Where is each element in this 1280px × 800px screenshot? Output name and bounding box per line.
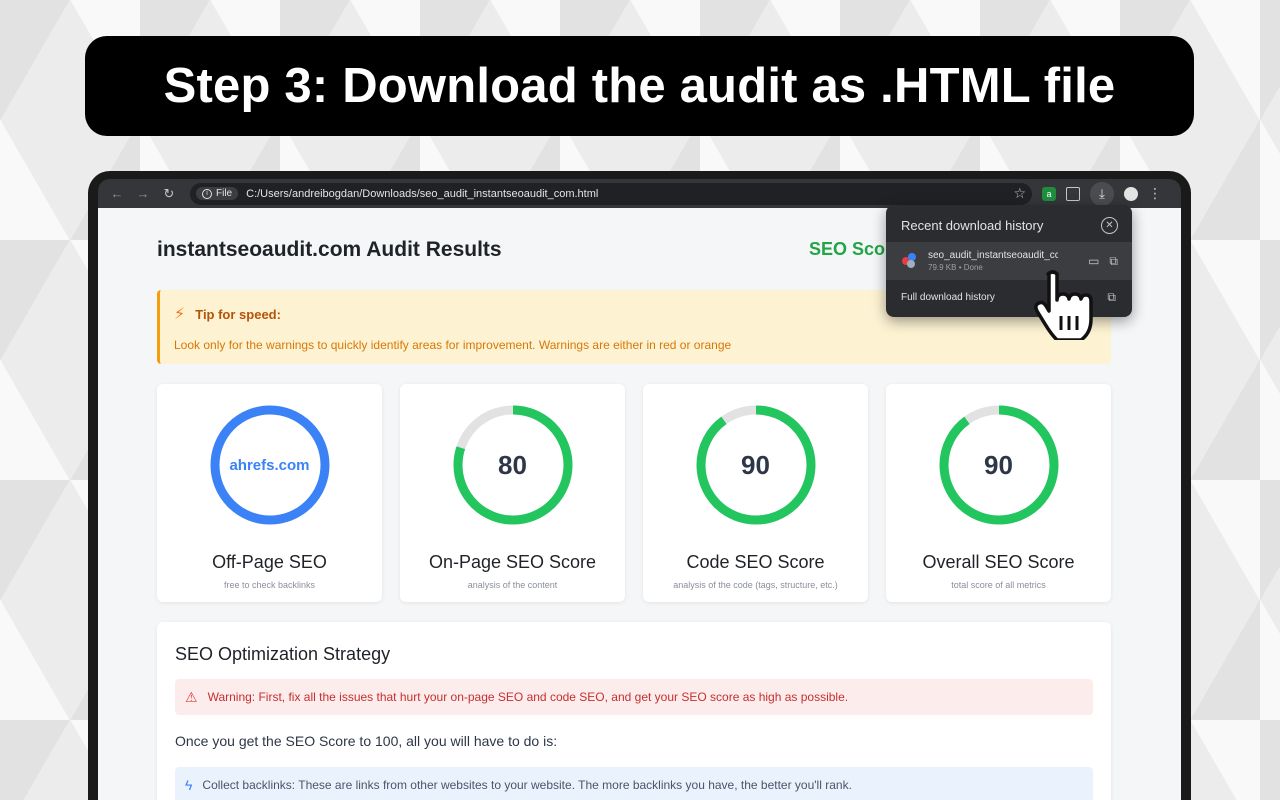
back-icon[interactable]: ←: [104, 186, 130, 201]
strategy-section: SEO Optimization Strategy ⚠ Warning: Fir…: [157, 622, 1111, 800]
file-favicon-icon: [902, 253, 918, 269]
puzzle-icon[interactable]: [1066, 186, 1080, 201]
step-banner: Step 3: Download the audit as .HTML file: [85, 36, 1194, 136]
menu-icon[interactable]: ⋮: [1148, 185, 1162, 202]
forward-icon[interactable]: →: [130, 186, 156, 201]
card-on-page-seo: 80 On-Page SEO Score analysis of the con…: [400, 384, 625, 602]
card-title: Code SEO Score: [686, 552, 825, 572]
banner-title: Step 3: Download the audit as .HTML file: [163, 59, 1116, 113]
card-code-seo: 90 Code SEO Score analysis of the code (…: [643, 384, 868, 602]
gauge: 90: [938, 404, 1060, 526]
file-chip-label: File: [216, 188, 233, 199]
site-info-chip[interactable]: i File: [196, 187, 239, 200]
gauge: ahrefs.com: [209, 404, 331, 526]
card-overall-seo: 90 Overall SEO Score total score of all …: [886, 384, 1111, 602]
folder-icon[interactable]: ▭: [1088, 254, 1099, 268]
star-icon[interactable]: ☆: [1013, 185, 1026, 202]
seo-score-label: SEO Scor: [809, 239, 893, 259]
close-icon[interactable]: ✕: [1101, 217, 1118, 234]
card-title: Overall SEO Score: [922, 552, 1075, 572]
card-subtitle: total score of all metrics: [951, 580, 1046, 590]
gauge-value: 90: [984, 449, 1013, 480]
card-off-page-seo: ahrefs.com Off-Page SEO free to check ba…: [157, 384, 382, 602]
popup-header: Recent download history ✕: [886, 205, 1132, 234]
card-title: Off-Page SEO: [212, 552, 327, 572]
bolt-icon: ϟ: [185, 777, 193, 793]
info-icon: i: [202, 188, 212, 199]
profile-icon[interactable]: [1124, 186, 1138, 201]
card-subtitle: free to check backlinks: [223, 580, 316, 590]
backlinks-box: ϟ Collect backlinks: These are links fro…: [175, 767, 1093, 800]
strategy-title: SEO Optimization Strategy: [175, 644, 391, 664]
tip-heading-text: Tip for speed:: [195, 306, 281, 322]
reload-icon[interactable]: ↻: [156, 186, 182, 202]
address-bar[interactable]: i File C:/Users/andreibogdan/Downloads/s…: [190, 182, 1032, 205]
strategy-text: Once you get the SEO Score to 100, all y…: [175, 733, 558, 749]
open-external-icon[interactable]: ⧉: [1107, 290, 1116, 305]
gauge-value: 80: [498, 449, 527, 480]
warning-icon: ⚠: [185, 688, 198, 705]
tip-body: Look only for the warnings to quickly id…: [174, 338, 732, 352]
full-history-link[interactable]: Full download history: [901, 292, 995, 303]
download-icon[interactable]: ⤓: [1090, 181, 1114, 206]
url-text: C:/Users/andreibogdan/Downloads/seo_audi…: [246, 187, 599, 200]
bolt-icon: ⚡: [174, 306, 186, 323]
open-external-icon[interactable]: ⧉: [1109, 254, 1118, 269]
extension-icon[interactable]: a: [1042, 186, 1056, 201]
hand-cursor-icon: [1034, 270, 1093, 340]
page-title: instantseoaudit.com Audit Results: [157, 238, 502, 261]
warning-text: Warning: First, fix all the issues that …: [207, 690, 849, 704]
card-title: On-Page SEO Score: [428, 552, 597, 572]
download-file-name: seo_audit_instantseoaudit_cc: [928, 250, 1058, 261]
card-subtitle: analysis of the content: [467, 580, 558, 590]
gauge-value: 90: [741, 449, 770, 480]
card-subtitle: analysis of the code (tags, structure, e…: [673, 580, 838, 590]
toolbar-icons: a ⤓ ⋮: [1042, 181, 1162, 206]
warning-box: ⚠ Warning: First, fix all the issues tha…: [175, 679, 1093, 715]
browser-toolbar: ← → ↻ i File C:/Users/andreibogdan/Downl…: [98, 179, 1181, 208]
popup-title: Recent download history: [901, 218, 1044, 233]
gauge: 90: [695, 404, 817, 526]
ahrefs-link[interactable]: ahrefs.com: [209, 404, 331, 526]
backlinks-text: Collect backlinks: These are links from …: [202, 778, 852, 792]
gauge: 80: [452, 404, 574, 526]
